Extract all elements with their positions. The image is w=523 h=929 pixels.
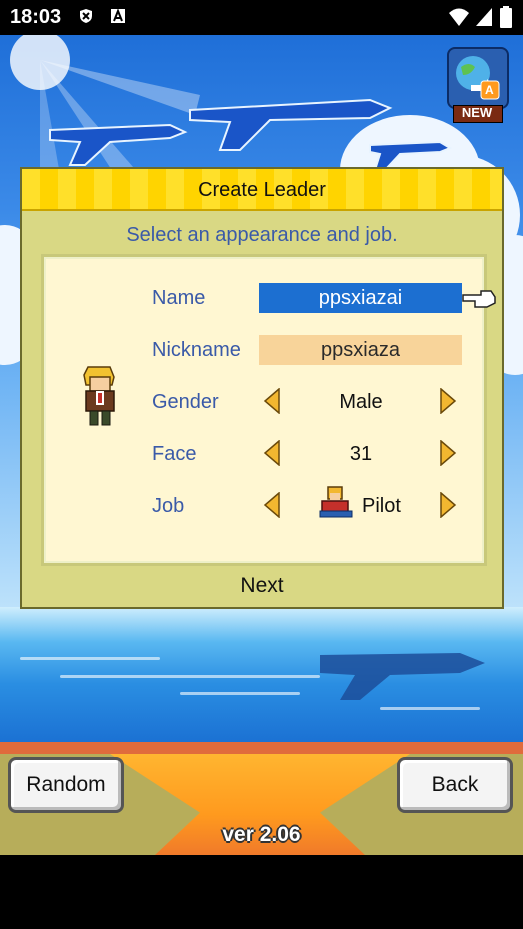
badge-letter: A xyxy=(485,83,494,97)
notification-a-icon xyxy=(111,8,125,23)
face-next-arrow-icon[interactable] xyxy=(439,440,457,466)
gender-next-arrow-icon[interactable] xyxy=(439,388,457,414)
job-label: Job xyxy=(152,495,185,517)
battery-icon xyxy=(500,6,512,28)
new-label: NEW xyxy=(461,105,493,120)
wifi-icon xyxy=(449,8,469,26)
notification-shield-icon xyxy=(80,9,92,23)
face-prev-arrow-icon[interactable] xyxy=(263,440,281,466)
gender-value: Male xyxy=(339,391,383,413)
job-prev-arrow-icon[interactable] xyxy=(263,492,281,518)
panel-stripe xyxy=(0,742,523,754)
gender-prev-arrow-icon[interactable] xyxy=(263,388,281,414)
dialog-subtitle: Select an appearance and job. xyxy=(126,224,398,246)
version-label: ver 2.06 xyxy=(222,823,301,846)
clock: 18:03 xyxy=(10,6,62,28)
leader-form-panel: Name ppsxiazai Nickname ppsxiaza Gender … xyxy=(44,257,496,563)
name-field[interactable]: ppsxiazai xyxy=(259,283,462,313)
new-event-badge[interactable]: A NEW xyxy=(447,47,509,123)
dialog-title: Create Leader xyxy=(198,179,326,201)
pilot-job-icon xyxy=(319,486,353,518)
back-button[interactable]: Back xyxy=(397,757,513,813)
signal-icon xyxy=(476,8,492,26)
face-label: Face xyxy=(152,443,197,465)
random-button[interactable]: Random xyxy=(8,757,124,813)
create-leader-dialog: Create Leader Select an appearance and j… xyxy=(20,167,504,609)
job-value: Pilot xyxy=(362,495,401,517)
jet-shadow xyxy=(320,653,485,700)
job-next-arrow-icon[interactable] xyxy=(439,492,457,518)
next-button[interactable]: Next xyxy=(22,574,502,598)
face-value: 31 xyxy=(349,443,373,465)
wave xyxy=(20,657,160,660)
nickname-label: Nickname xyxy=(152,339,241,361)
globe-swap-icon xyxy=(456,56,500,100)
leader-character-sprite xyxy=(83,366,115,426)
wave xyxy=(60,675,320,678)
name-label: Name xyxy=(152,287,206,309)
nickname-field[interactable]: ppsxiaza xyxy=(259,335,462,365)
pointer-hand-icon xyxy=(462,290,496,308)
status-bar: 18:03 xyxy=(0,0,523,35)
gender-label: Gender xyxy=(152,391,219,413)
wave xyxy=(180,692,300,695)
